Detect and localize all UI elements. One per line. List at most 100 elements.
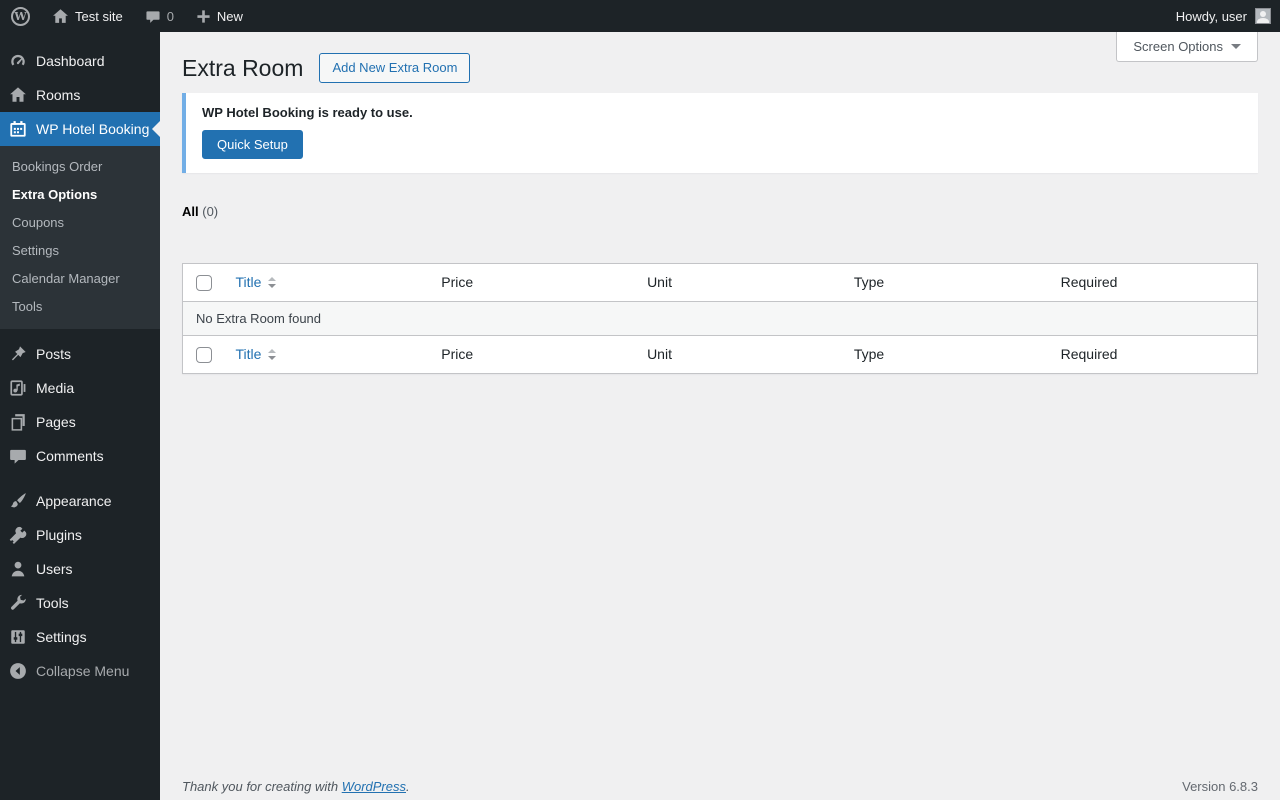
sidebar-item-wp-hotel-booking[interactable]: WP Hotel Booking (0, 112, 160, 146)
new-content-menu[interactable]: New (185, 0, 254, 32)
sort-arrows-icon (268, 277, 277, 288)
comment-count: 0 (166, 8, 174, 24)
pages-icon (0, 413, 36, 431)
sidebar-item-label: Settings (36, 629, 87, 645)
sidebar-item-appearance[interactable]: Appearance (0, 484, 160, 518)
user-avatar[interactable] (1255, 8, 1271, 24)
screen-options-button[interactable]: Screen Options (1116, 32, 1258, 62)
sidebar-item-label: Media (36, 380, 75, 396)
collapse-arrow-icon (0, 662, 36, 680)
admin-bar: W Test site 0 New Howdy, user (0, 0, 1280, 32)
howdy-text: Howdy, user (1175, 8, 1247, 24)
sort-arrows-icon (268, 349, 277, 360)
my-account-menu[interactable]: Howdy, user (1165, 0, 1247, 32)
list-filter-links: All (0) (182, 204, 1258, 219)
submenu-item-bookings-order[interactable]: Bookings Order (0, 153, 160, 181)
setup-notice: WP Hotel Booking is ready to use. Quick … (182, 93, 1258, 173)
column-header-required: Required (1050, 263, 1258, 302)
submenu-item-settings[interactable]: Settings (0, 237, 160, 265)
sidebar-item-posts[interactable]: Posts (0, 337, 160, 371)
select-all-checkbox[interactable] (196, 275, 212, 292)
media-icon (0, 379, 36, 397)
column-header-unit: Unit (637, 263, 844, 302)
sidebar-item-settings[interactable]: Settings (0, 620, 160, 654)
menu-separator (0, 473, 160, 484)
home-icon (52, 8, 69, 25)
wordpress-link[interactable]: WordPress (342, 779, 406, 794)
sidebar-item-label: Pages (36, 414, 76, 430)
empty-results-row: No Extra Room found (182, 301, 1258, 336)
brush-icon (0, 492, 36, 510)
sidebar-item-label: Dashboard (36, 53, 105, 69)
screen-options-label: Screen Options (1133, 39, 1223, 54)
comment-bubble-icon (145, 9, 161, 24)
extra-room-list-table: Title Price Unit Type Required No Extra … (182, 263, 1258, 374)
sidebar-item-label: Plugins (36, 527, 82, 543)
wrench-icon (0, 594, 36, 612)
column-footer-title: Title (235, 346, 262, 362)
sidebar-item-dashboard[interactable]: Dashboard (0, 44, 160, 78)
add-new-extra-room-button[interactable]: Add New Extra Room (319, 53, 471, 83)
footer-thanks-text: Thank you for creating with WordPress. (182, 779, 410, 794)
admin-footer: Thank you for creating with WordPress. V… (182, 779, 1258, 794)
sidebar-item-rooms[interactable]: Rooms (0, 78, 160, 112)
sidebar-item-plugins[interactable]: Plugins (0, 518, 160, 552)
new-label: New (216, 8, 243, 24)
comment-icon (0, 447, 36, 465)
plugin-icon (0, 526, 36, 544)
home-icon (0, 86, 36, 104)
column-header-type: Type (843, 263, 1051, 302)
sliders-icon (0, 628, 36, 646)
table-header-row: Title Price Unit Type Required (182, 263, 1258, 302)
filter-all-count: (0) (202, 204, 219, 219)
sidebar-item-label: Comments (36, 448, 104, 464)
sort-by-title-link[interactable]: Title (235, 273, 277, 292)
menu-gap (0, 329, 160, 337)
main-content: Screen Options Extra Room Add New Extra … (160, 32, 1280, 800)
empty-message: No Extra Room found (182, 301, 1258, 336)
site-name-link[interactable]: Test site (41, 0, 134, 32)
column-footer-price: Price (431, 335, 638, 374)
calendar-icon (0, 120, 36, 138)
chevron-down-icon (1231, 44, 1241, 49)
dashboard-icon (0, 52, 36, 70)
sidebar-item-pages[interactable]: Pages (0, 405, 160, 439)
user-icon (0, 560, 36, 578)
submenu-item-coupons[interactable]: Coupons (0, 209, 160, 237)
sort-by-title-link-footer[interactable]: Title (235, 345, 277, 364)
sidebar-item-label: Appearance (36, 493, 112, 509)
wordpress-logo-icon: W (11, 6, 30, 26)
wp-hotel-booking-submenu: Bookings Order Extra Options Coupons Set… (0, 146, 160, 329)
sidebar-item-label: Rooms (36, 87, 81, 103)
filter-all-link[interactable]: All (182, 204, 199, 219)
table-footer-row: Title Price Unit Type Required (182, 335, 1258, 374)
submenu-item-extra-options[interactable]: Extra Options (0, 181, 160, 209)
sidebar-item-tools[interactable]: Tools (0, 586, 160, 620)
sidebar-item-label: Tools (36, 595, 69, 611)
collapse-menu-label: Collapse Menu (36, 663, 130, 679)
notice-message: WP Hotel Booking is ready to use. (202, 105, 413, 120)
submenu-item-tools[interactable]: Tools (0, 293, 160, 321)
column-header-price: Price (431, 263, 638, 302)
column-header-title: Title (235, 274, 262, 290)
page-title: Extra Room (182, 55, 304, 81)
column-footer-required: Required (1050, 335, 1258, 374)
submenu-item-calendar-manager[interactable]: Calendar Manager (0, 265, 160, 293)
sidebar-item-comments[interactable]: Comments (0, 439, 160, 473)
collapse-menu-button[interactable]: Collapse Menu (0, 654, 160, 688)
sidebar-item-media[interactable]: Media (0, 371, 160, 405)
sidebar-item-users[interactable]: Users (0, 552, 160, 586)
pushpin-icon (0, 345, 36, 363)
sidebar-item-label: WP Hotel Booking (36, 121, 150, 137)
site-name-label: Test site (75, 8, 123, 24)
plus-icon (196, 9, 211, 24)
sidebar-item-label: Posts (36, 346, 72, 362)
comments-admin-bar-link[interactable]: 0 (134, 0, 185, 32)
select-all-checkbox-footer[interactable] (196, 347, 212, 364)
quick-setup-button[interactable]: Quick Setup (202, 130, 303, 159)
version-text: Version 6.8.3 (1182, 779, 1258, 794)
column-footer-type: Type (843, 335, 1051, 374)
column-footer-unit: Unit (637, 335, 844, 374)
wordpress-logo-menu[interactable]: W (0, 0, 41, 32)
admin-sidebar: Dashboard Rooms WP Hotel Booking Booking… (0, 32, 160, 800)
